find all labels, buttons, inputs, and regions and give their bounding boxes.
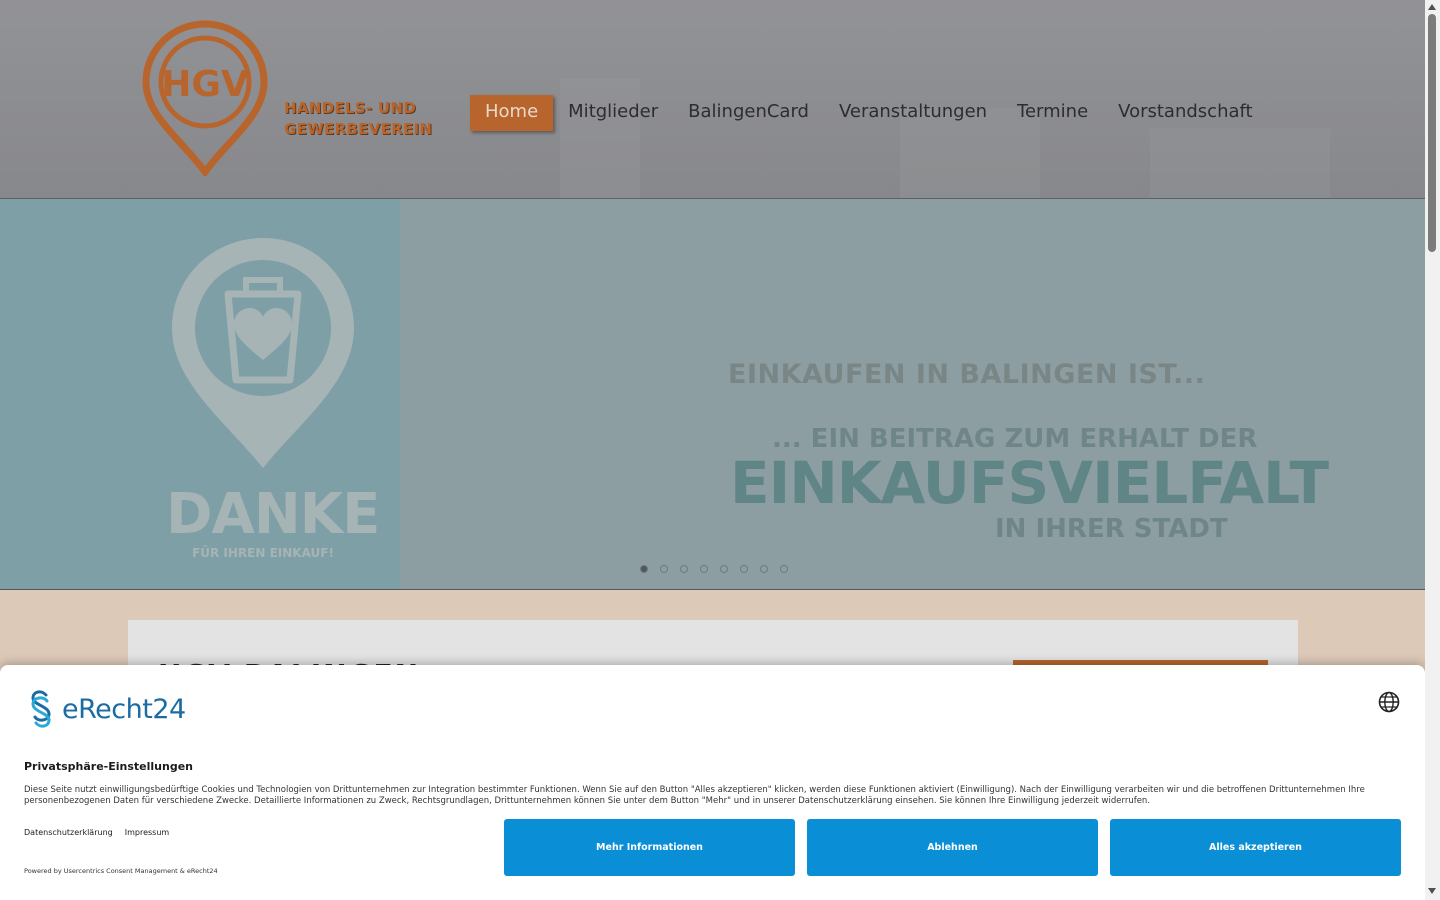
nav-veranstaltungen[interactable]: Veranstaltungen bbox=[824, 95, 1002, 131]
slider-dot[interactable] bbox=[660, 565, 668, 573]
slide-right-panel bbox=[400, 199, 1425, 589]
scrollbar-thumb[interactable] bbox=[1428, 14, 1436, 252]
logo-line-2: GEWERBEVEREIN bbox=[284, 120, 433, 138]
main-nav: Home Mitglieder BalingenCard Veranstaltu… bbox=[470, 95, 1268, 131]
privacy-policy-link[interactable]: Datenschutzerklärung bbox=[24, 828, 113, 837]
danke-subheading: FÜR IHREN EINKAUF! bbox=[192, 546, 334, 560]
danke-heading: DANKE bbox=[166, 482, 380, 547]
slider-dot[interactable] bbox=[720, 565, 728, 573]
powered-by-text: Powered by Usercentrics Consent Manageme… bbox=[24, 867, 218, 875]
slider-pagination bbox=[640, 565, 788, 573]
nav-termine[interactable]: Termine bbox=[1002, 95, 1103, 131]
page: HGV HANDELS- UND GEWERBEVEREIN Home Mitg… bbox=[0, 0, 1425, 900]
consent-buttons: Mehr Informationen Ablehnen Alles akzept… bbox=[504, 819, 1401, 876]
slide-line-3: EINKAUFSVIELFALT bbox=[730, 449, 1329, 517]
site-header: HGV HANDELS- UND GEWERBEVEREIN Home Mitg… bbox=[0, 0, 1425, 199]
nav-home[interactable]: Home bbox=[470, 95, 554, 131]
more-info-button[interactable]: Mehr Informationen bbox=[504, 819, 795, 876]
logo-abbr: HGV bbox=[161, 64, 249, 105]
erecht24-logo: eRecht24 bbox=[24, 689, 186, 729]
consent-links: Datenschutzerklärung Impressum bbox=[24, 828, 169, 837]
consent-text: Diese Seite nutzt einwilligungsbedürftig… bbox=[24, 785, 1365, 806]
slider-dot[interactable] bbox=[640, 565, 648, 573]
slider-dot[interactable] bbox=[780, 565, 788, 573]
logo-pin-icon: HGV bbox=[142, 20, 268, 176]
accept-all-button[interactable]: Alles akzeptieren bbox=[1110, 819, 1401, 876]
nav-vorstandschaft[interactable]: Vorstandschaft bbox=[1103, 95, 1267, 131]
slider-dot[interactable] bbox=[680, 565, 688, 573]
page-scrollbar[interactable] bbox=[1425, 0, 1440, 900]
logo-line-1: HANDELS- UND bbox=[284, 99, 417, 117]
slide-left-panel: DANKE FÜR IHREN EINKAUF! bbox=[0, 199, 400, 589]
cookie-consent-banner: eRecht24 Privatsphäre-Einstellungen Dies… bbox=[0, 665, 1425, 900]
slider-dot[interactable] bbox=[740, 565, 748, 573]
background-building bbox=[1150, 128, 1330, 198]
slider-dot[interactable] bbox=[760, 565, 768, 573]
brand-name: eRecht24 bbox=[62, 693, 186, 725]
slide-line-1: EINKAUFEN IN BALINGEN IST... bbox=[728, 359, 1206, 390]
scroll-down-arrow-icon[interactable] bbox=[1428, 888, 1436, 894]
nav-balingencard[interactable]: BalingenCard bbox=[673, 95, 824, 131]
hero-slider[interactable]: DANKE FÜR IHREN EINKAUF! EINKAUFEN IN BA… bbox=[0, 199, 1425, 590]
paragraph-icon bbox=[31, 690, 51, 728]
nav-mitglieder[interactable]: Mitglieder bbox=[553, 95, 673, 131]
scroll-up-arrow-icon[interactable] bbox=[1428, 4, 1436, 10]
slide-line-4: IN IHRER STADT bbox=[995, 514, 1228, 544]
decline-button[interactable]: Ablehnen bbox=[807, 819, 1098, 876]
logo-text: HANDELS- UND GEWERBEVEREIN bbox=[284, 98, 432, 140]
imprint-link[interactable]: Impressum bbox=[125, 828, 169, 837]
site-logo[interactable]: HGV HANDELS- UND GEWERBEVEREIN bbox=[142, 20, 432, 180]
consent-title: Privatsphäre-Einstellungen bbox=[24, 760, 193, 773]
shopping-bag-heart-icon bbox=[172, 238, 354, 468]
slider-dot[interactable] bbox=[700, 565, 708, 573]
language-globe-icon[interactable] bbox=[1378, 691, 1400, 713]
